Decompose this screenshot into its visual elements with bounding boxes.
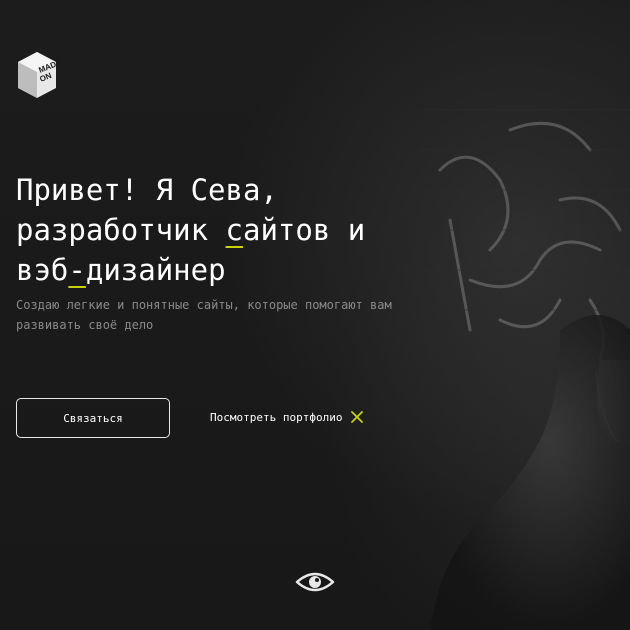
headline-accent-dash: - [68,253,86,287]
contact-button[interactable]: Связаться [16,398,170,438]
made-on-logo-icon[interactable]: MADE ON [16,50,58,102]
headline-line-3: вэб-дизайнер [16,250,365,290]
headline-line-3-part-1: вэб [16,253,69,287]
page-title: Привет! Я Сева, разработчик сайтов и вэб… [16,170,365,290]
headline-line-3-part-2: дизайнер [85,253,226,287]
cross-icon [351,411,364,423]
headline-accent-letter: с [225,213,243,247]
portfolio-link[interactable]: Посмотреть портфолио [210,410,364,424]
headline-line-1: Привет! Я Сева, [16,173,278,207]
headline-line-2-part-1: разработчик [16,213,226,247]
portfolio-link-label: Посмотреть портфолио [210,410,343,424]
hero-section: MADE ON Привет! Я Сева, разработчик сайт… [0,0,630,630]
hero-subtitle: Создаю легкие и понятные сайты, которые … [16,298,392,332]
headline-line-2-part-2: айтов и [242,213,366,247]
headline-line-2: разработчик сайтов и [16,210,365,250]
eye-icon[interactable] [295,568,335,596]
